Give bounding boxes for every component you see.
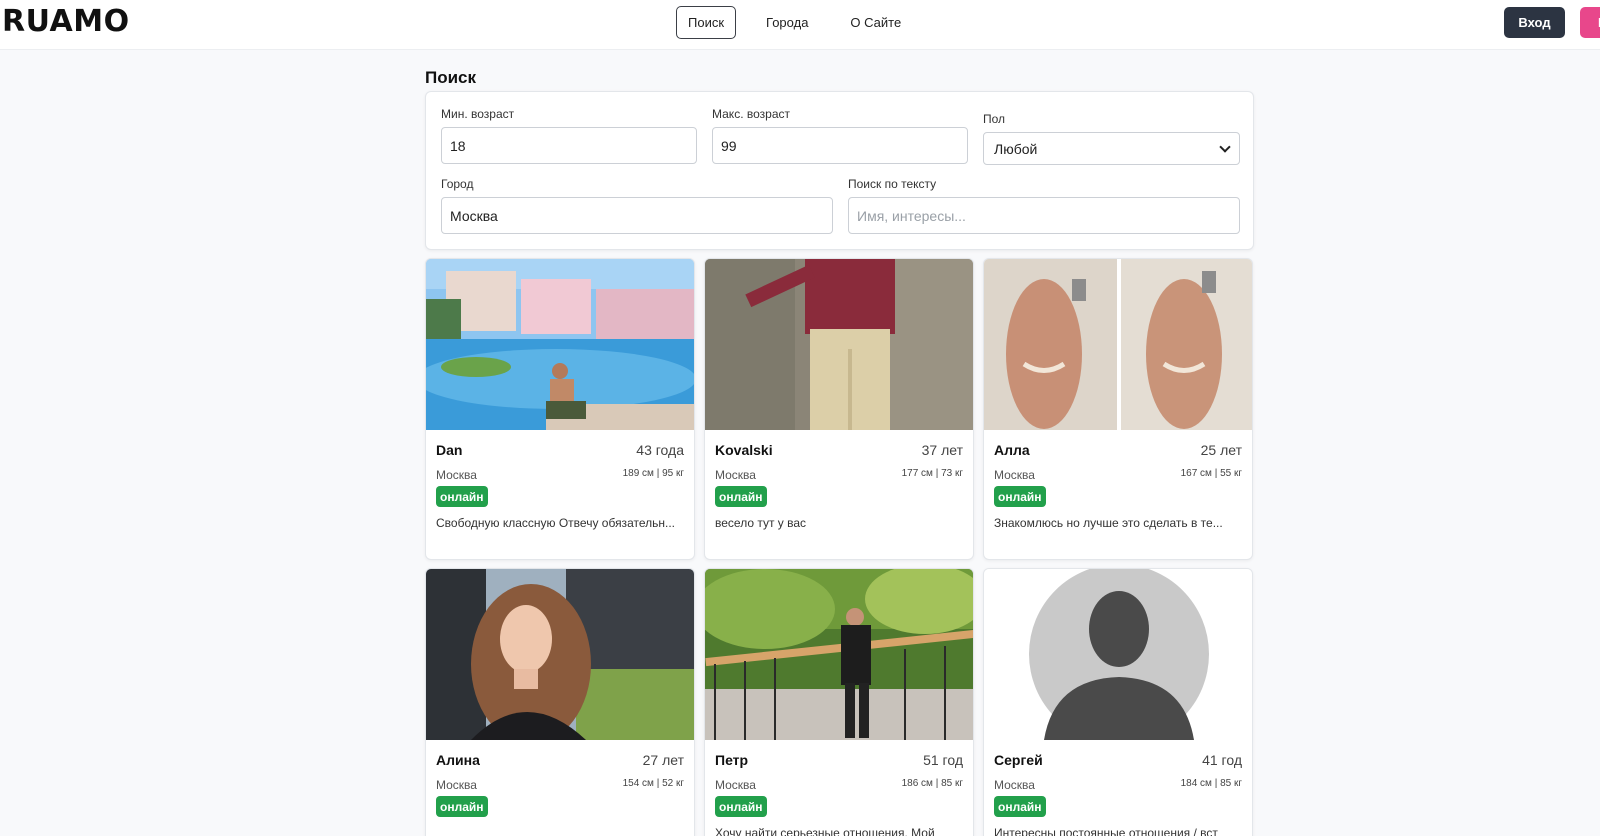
profile-name: Kovalski [715,442,773,458]
profile-photo[interactable] [705,569,973,740]
login-button[interactable]: Вход [1504,7,1565,38]
online-badge: онлайн [715,486,767,507]
profile-card[interactable]: Сергей 41 год Москва 184 см | 85 кг онла… [983,568,1253,836]
nav-search[interactable]: Поиск [676,6,737,39]
search-filters: Мин. возраст Макс. возраст Пол Любой Гор… [425,91,1254,250]
profile-photo[interactable] [705,259,973,430]
online-badge: онлайн [994,486,1046,507]
profile-photo[interactable] [984,259,1252,430]
city-label: Город [441,177,474,191]
page-title: Поиск [425,68,477,87]
profile-age: 37 лет [921,442,963,458]
gender-select-value: Любой [994,140,1038,157]
min-age-input[interactable] [441,127,697,164]
nav-cities[interactable]: Города [754,6,820,39]
profile-card[interactable]: Петр 51 год Москва 186 см | 85 кг онлайн… [704,568,974,836]
profile-city: Москва [436,468,477,482]
gender-select[interactable]: Любой [983,132,1240,165]
online-badge: онлайн [715,796,767,817]
gender-label: Пол [983,112,1006,126]
profile-name: Алина [436,752,480,768]
profile-age: 27 лет [642,752,684,768]
profile-bio: Интересны постоянные отношения / вст [994,826,1218,836]
profile-name: Сергей [994,752,1043,768]
profile-city: Москва [994,468,1035,482]
profile-city: Москва [436,778,477,792]
online-badge: онлайн [436,796,488,817]
profile-city: Москва [715,468,756,482]
profile-city: Москва [715,778,756,792]
profile-age: 43 года [636,442,684,458]
profile-bio: Хочу найти серьезные отношения. Мой [715,826,935,836]
text-search-label: Поиск по тексту [848,177,937,191]
profile-params: 189 см | 95 кг [622,468,684,479]
profile-params: 177 см | 73 кг [901,468,963,479]
nav-about[interactable]: О Сайте [838,6,913,39]
profile-bio: весело тут у вас [715,516,807,530]
online-badge: онлайн [994,796,1046,817]
profile-age: 51 год [923,752,963,768]
online-badge: онлайн [436,486,488,507]
min-age-label: Мин. возраст [441,107,515,121]
max-age-input[interactable] [712,127,968,164]
profile-age: 25 лет [1200,442,1242,458]
profile-name: Dan [436,442,463,458]
profile-name: Алла [994,442,1030,458]
profile-params: 154 см | 52 кг [622,778,684,789]
profile-photo[interactable] [426,569,694,740]
profile-params: 167 см | 55 кг [1180,468,1242,479]
profile-card[interactable]: Алла 25 лет Москва 167 см | 55 кг онлайн… [983,258,1253,560]
profile-card[interactable]: Dan 43 года Москва 189 см | 95 кг онлайн… [425,258,695,560]
register-button[interactable]: Р [1580,7,1600,38]
main-nav: Поиск Города О Сайте [676,6,931,39]
profile-photo[interactable] [984,569,1252,740]
site-logo[interactable]: RUAMO [2,4,130,39]
profile-age: 41 год [1202,752,1242,768]
profile-card[interactable]: Алина 27 лет Москва 154 см | 52 кг онлай… [425,568,695,836]
profile-bio: Знакомлюсь но лучше это сделать в те... [994,516,1223,530]
profile-params: 186 см | 85 кг [901,778,963,789]
profile-card[interactable]: Kovalski 37 лет Москва 177 см | 73 кг он… [704,258,974,560]
text-search-input[interactable] [848,197,1240,234]
profile-name: Петр [715,752,749,768]
profile-city: Москва [994,778,1035,792]
max-age-label: Макс. возраст [712,107,790,121]
profile-photo[interactable] [426,259,694,430]
profile-params: 184 см | 85 кг [1180,778,1242,789]
profile-bio: Свободную классную Отвечу обязательн... [436,516,675,530]
chevron-down-icon [1219,140,1231,153]
top-navbar: RUAMO Поиск Города О Сайте Вход Р [0,0,1600,50]
city-input[interactable] [441,197,833,234]
